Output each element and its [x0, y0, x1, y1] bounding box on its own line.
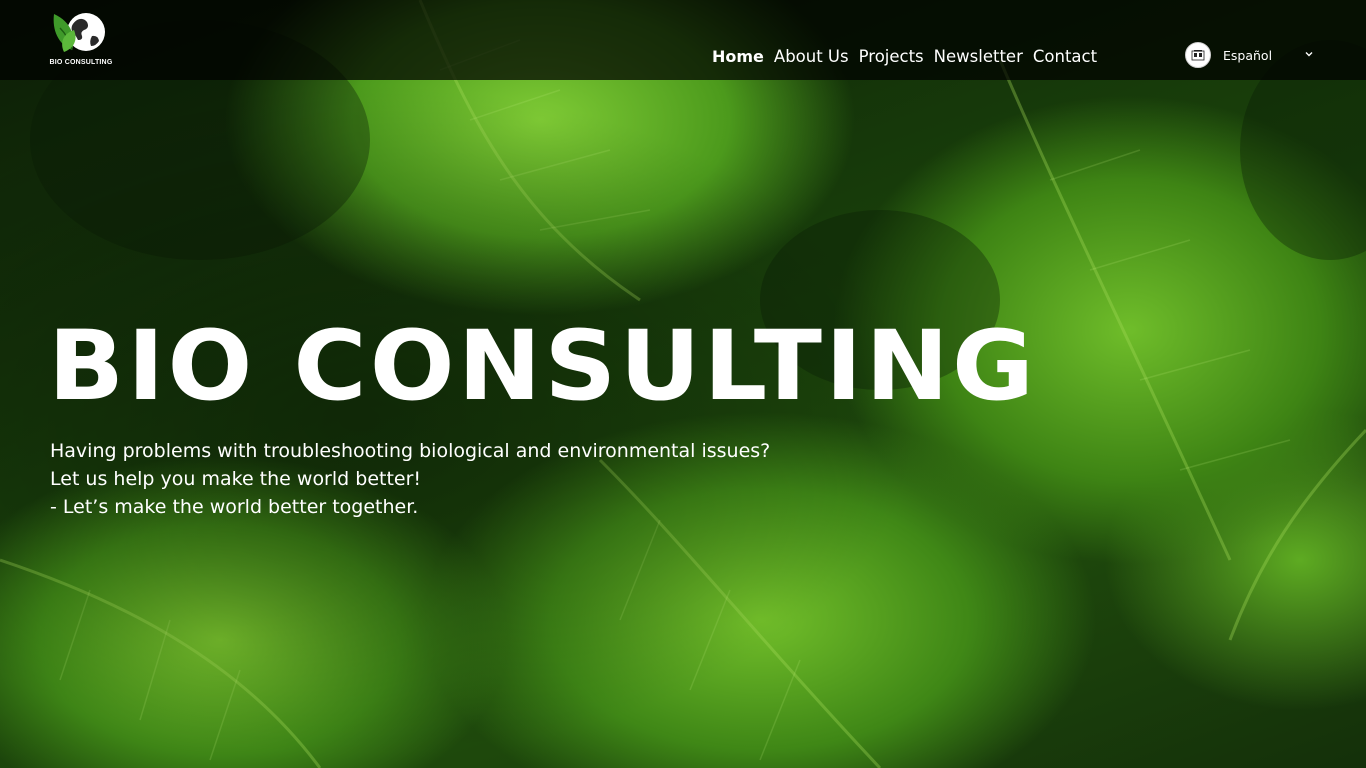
nav-home[interactable]: Home — [712, 46, 764, 68]
spain-flag-icon — [1185, 42, 1211, 68]
nav-about-us[interactable]: About Us — [774, 46, 849, 68]
language-selector[interactable]: Español — [1185, 40, 1315, 70]
logo-text: BIO CONSULTING — [49, 59, 113, 66]
site-header: BIO CONSULTING Home About Us Projects Ne… — [0, 0, 1366, 80]
main-nav: Home About Us Projects Newsletter Contac… — [712, 46, 1097, 68]
leaf-globe-icon — [53, 13, 105, 52]
hero-line-2: Let us help you make the world better! — [50, 468, 422, 490]
chevron-down-icon — [1305, 52, 1313, 57]
language-label: Español — [1223, 47, 1273, 63]
hero-description: Having problems with troubleshooting bio… — [50, 437, 770, 521]
page: BIO CONSULTING Home About Us Projects Ne… — [0, 0, 1366, 768]
nav-newsletter[interactable]: Newsletter — [934, 46, 1023, 68]
hero-title: BIO CONSULTING — [48, 310, 1038, 422]
hero-line-1: Having problems with troubleshooting bio… — [50, 440, 771, 462]
nav-contact[interactable]: Contact — [1033, 46, 1097, 68]
logo-link[interactable]: BIO CONSULTING — [48, 8, 114, 70]
hero-line-3: - Let’s make the world better together. — [50, 496, 419, 518]
nav-projects[interactable]: Projects — [859, 46, 924, 68]
